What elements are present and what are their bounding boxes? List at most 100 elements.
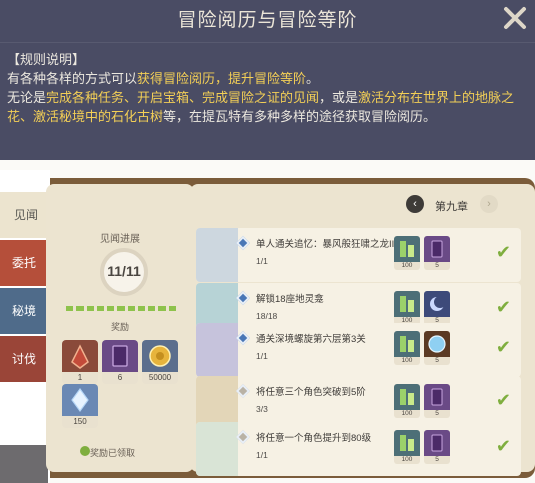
chevron-right-icon: › — [487, 198, 491, 210]
reward-item-book[interactable]: 6 — [102, 340, 138, 384]
reward-count: 6 — [102, 372, 138, 384]
rules-line-1: 有各种各样的方式可以获得冒险阅历，提升冒险等阶。 — [7, 69, 527, 88]
achievement-row[interactable]: 通关深境螺旋第六层第3关 1/1 100 5 ✔ — [196, 323, 521, 377]
achievement-progress: 1/1 — [256, 351, 268, 361]
text-segment: 。 — [306, 71, 320, 86]
close-button[interactable] — [503, 6, 527, 30]
achievement-progress: 3/3 — [256, 404, 268, 414]
reward-item-exp[interactable]: 100 — [394, 236, 420, 270]
completed-check-icon: ✔ — [495, 242, 511, 262]
text-segment: ，或是 — [319, 90, 359, 105]
claimed-text: 奖励已领取 — [90, 448, 136, 458]
dialog-body: 【规则说明】 有各种各样的方式可以获得冒险阅历，提升冒险等阶。 无论是完成各种任… — [7, 50, 527, 126]
progress-segment — [86, 306, 94, 311]
completed-check-icon: ✔ — [495, 390, 511, 410]
reward-item-secondary[interactable]: 5 — [424, 430, 450, 464]
achievement-progress: 1/1 — [256, 256, 268, 266]
book-icon — [424, 430, 450, 456]
reward-label: 奖励 — [110, 322, 129, 332]
achievement-diamond-icon — [235, 235, 251, 251]
progress-segment — [76, 306, 84, 311]
info-dialog: 冒险阅历与冒险等阶 【规则说明】 有各种各样的方式可以获得冒险阅历，提升冒险等阶… — [0, 0, 535, 160]
achievement-progress: 18/18 — [256, 311, 278, 321]
progress-bar — [66, 306, 176, 311]
reward-item-exp[interactable]: 100 — [394, 291, 420, 325]
reward-item-secondary[interactable]: 5 — [424, 236, 450, 270]
tab-domains[interactable]: 秘境 — [0, 288, 48, 334]
achievement-thumbnail — [196, 228, 238, 282]
reward-item-gem[interactable]: 1 — [62, 340, 98, 384]
reward-count: 100 — [394, 410, 420, 418]
reward-item-crystal[interactable]: 150 — [62, 384, 98, 428]
progress-segment — [107, 306, 115, 311]
achievement-title: 解锁18座地灵龛 — [256, 294, 324, 305]
tab-commissions[interactable]: 委托 — [0, 240, 48, 286]
completed-check-icon: ✔ — [495, 297, 511, 317]
adventure-exp-icon — [394, 430, 420, 456]
book-icon — [424, 384, 450, 410]
tab-label: 讨伐 — [11, 352, 36, 366]
adventure-exp-icon — [394, 331, 420, 357]
progress-segment — [137, 306, 146, 311]
progress-segment — [66, 306, 74, 311]
gem-icon — [62, 340, 98, 372]
tab-label: 秘境 — [11, 304, 36, 318]
chapter-label: 第九章 — [435, 201, 468, 213]
text-segment: 等，在提瓦特有多种多样的途径获取冒险阅历。 — [163, 109, 437, 124]
progress-segment — [96, 306, 105, 311]
achievement-thumbnail — [196, 323, 238, 377]
tab-label: 见闻 — [13, 208, 38, 222]
progress-segment — [117, 306, 125, 311]
tab-bosses[interactable]: 讨伐 — [0, 336, 48, 382]
dialog-divider — [0, 42, 535, 43]
tab-experience[interactable]: 见闻 — [0, 192, 52, 238]
bookmark-tail — [0, 445, 48, 483]
adventure-exp-icon — [394, 291, 420, 317]
progress-segment — [168, 306, 176, 311]
reward-count: 1 — [62, 372, 98, 384]
achievement-diamond-icon — [235, 290, 251, 306]
adventure-exp-icon — [394, 384, 420, 410]
dialog-title: 冒险阅历与冒险等阶 — [177, 10, 358, 31]
book-icon — [424, 236, 450, 262]
next-chapter-button[interactable]: › — [480, 195, 498, 213]
achievement-diamond-icon — [235, 383, 251, 399]
progress-segment — [148, 306, 156, 311]
achievement-title: 将任意三个角色突破到5阶 — [256, 387, 366, 398]
rules-heading: 【规则说明】 — [7, 52, 86, 67]
rules-line-2: 无论是完成各种任务、开启宝箱、完成冒险之证的见闻，或是激活分布在世界上的地脉之花… — [7, 88, 527, 126]
reward-item-secondary[interactable]: 5 — [424, 331, 450, 365]
reward-count: 150 — [62, 416, 98, 428]
orb-icon — [424, 331, 450, 357]
achievement-thumbnail — [196, 422, 238, 476]
achievement-row[interactable]: 单人通关追忆：暴风般狂啸之龙III 1/1 100 5 ✔ — [196, 228, 521, 282]
reward-count: 5 — [424, 357, 450, 365]
achievement-row[interactable]: 将任意一个角色提升到80级 1/1 100 5 ✔ — [196, 422, 521, 476]
achievement-diamond-icon — [235, 429, 251, 445]
chevron-left-icon: ‹ — [413, 198, 417, 210]
text-segment: 无论是 — [7, 90, 47, 105]
reward-item-exp[interactable]: 100 — [394, 430, 420, 464]
adventure-exp-icon — [394, 236, 420, 262]
reward-item-exp[interactable]: 100 — [394, 384, 420, 418]
reward-item-exp[interactable]: 100 — [394, 331, 420, 365]
reward-item-mora[interactable]: 50000 — [142, 340, 178, 384]
prev-chapter-button[interactable]: ‹ — [406, 195, 424, 213]
claimed-check-icon — [80, 446, 90, 456]
achievement-title: 单人通关追忆：暴风般狂啸之龙III — [256, 239, 397, 250]
highlight-segment: 完成各种任务、开启宝箱、完成冒险之证的见闻 — [46, 90, 320, 105]
close-icon[interactable] — [503, 6, 527, 30]
reward-count: 5 — [424, 262, 450, 270]
reward-count: 100 — [394, 357, 420, 365]
progress-segment — [127, 306, 135, 311]
reward-count: 100 — [394, 456, 420, 464]
progress-segment — [158, 306, 166, 311]
progress-count: 11/11 — [107, 263, 141, 279]
tab-label: 委托 — [11, 256, 36, 270]
text-segment: 有各种各样的方式可以 — [7, 71, 138, 86]
tab-column: 见闻 委托 秘境 讨伐 — [0, 170, 52, 483]
mora-coin-icon — [142, 340, 178, 372]
reward-item-secondary[interactable]: 5 — [424, 291, 450, 325]
reward-item-secondary[interactable]: 5 — [424, 384, 450, 418]
highlight-segment: 获得冒险阅历，提升冒险等阶 — [137, 71, 307, 86]
